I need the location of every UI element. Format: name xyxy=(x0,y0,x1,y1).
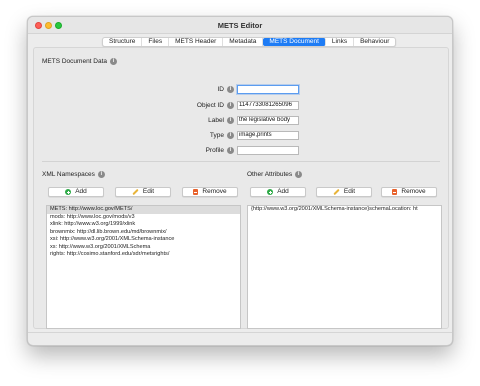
other-attributes-list[interactable]: {http://www.w3.org/2001/XMLSchema-instan… xyxy=(247,205,442,329)
label-label: Label xyxy=(208,117,224,124)
id-row: ID i xyxy=(184,85,299,94)
edit-pencil-icon xyxy=(132,188,139,196)
remove-attribute-label: Remove xyxy=(401,188,426,195)
xml-namespaces-header: XML Namespaces i xyxy=(42,171,105,178)
tab-behaviour[interactable]: Behaviour xyxy=(354,38,395,46)
info-icon[interactable]: i xyxy=(227,147,234,154)
edit-attribute-label: Edit xyxy=(343,188,356,195)
tab-structure[interactable]: Structure xyxy=(103,38,143,46)
list-item[interactable]: xs: http://www.w3.org/2001/XMLSchema xyxy=(47,244,240,252)
section-divider xyxy=(42,161,440,162)
tab-mets-header[interactable]: METS Header xyxy=(169,38,224,46)
id-field[interactable] xyxy=(237,85,299,94)
type-label: Type xyxy=(209,132,224,139)
profile-row: Profile i xyxy=(184,146,299,155)
info-icon[interactable]: i xyxy=(227,132,234,139)
mets-document-panel: METS Document Data i ID i Object ID i 11… xyxy=(33,47,449,329)
profile-label: Profile xyxy=(205,147,224,154)
info-icon[interactable]: i xyxy=(227,86,234,93)
object-id-field[interactable]: 1147733081265096 xyxy=(237,101,299,110)
add-attribute-label: Add xyxy=(277,188,289,195)
edit-namespace-button[interactable]: Edit xyxy=(115,187,171,197)
object-id-label: Object ID xyxy=(196,102,224,109)
namespaces-list[interactable]: METS: http://www.loc.gov/METS/ mods: htt… xyxy=(46,205,241,329)
add-namespace-button[interactable]: Add xyxy=(48,187,104,197)
remove-icon xyxy=(193,189,199,195)
info-icon[interactable]: i xyxy=(97,171,105,178)
add-icon xyxy=(267,189,274,195)
type-row: Type i image,prints xyxy=(184,131,299,140)
remove-namespace-label: Remove xyxy=(202,188,227,195)
other-attributes-label: Other Attributes xyxy=(247,171,293,178)
list-item[interactable]: {http://www.w3.org/2001/XMLSchema-instan… xyxy=(248,206,441,214)
label-row: Label i the legislative body xyxy=(184,116,299,125)
list-item[interactable]: xlink: http://www.w3.org/1999/xlink xyxy=(47,221,240,229)
edit-namespace-label: Edit xyxy=(142,188,155,195)
type-field[interactable]: image,prints xyxy=(237,131,299,140)
list-item[interactable]: xsi: http://www.w3.org/2001/XMLSchema-in… xyxy=(47,236,240,244)
list-item[interactable]: rights: http://cosimo.stanford.edu/sdr/m… xyxy=(47,251,240,259)
edit-pencil-icon xyxy=(333,188,340,196)
info-icon[interactable]: i xyxy=(227,102,234,109)
object-id-row: Object ID i 1147733081265096 xyxy=(184,101,299,110)
label-field[interactable]: the legislative body xyxy=(237,116,299,125)
title-bar: METS Editor xyxy=(28,17,452,34)
xml-namespaces-label: XML Namespaces xyxy=(42,171,95,178)
id-label: ID xyxy=(217,86,225,93)
info-icon[interactable]: i xyxy=(295,171,303,178)
add-attribute-button[interactable]: Add xyxy=(250,187,306,197)
remove-attribute-button[interactable]: Remove xyxy=(381,187,437,197)
window-title: METS Editor xyxy=(217,21,263,30)
profile-field[interactable] xyxy=(237,146,299,155)
remove-icon xyxy=(392,189,398,195)
other-attributes-header: Other Attributes i xyxy=(247,171,303,178)
list-item[interactable]: METS: http://www.loc.gov/METS/ xyxy=(47,206,240,214)
tab-metadata[interactable]: Metadata xyxy=(223,38,264,46)
add-namespace-label: Add xyxy=(75,188,87,195)
edit-attribute-button[interactable]: Edit xyxy=(316,187,372,197)
info-icon[interactable]: i xyxy=(110,58,118,65)
mets-document-data-label: METS Document Data xyxy=(42,58,108,65)
tab-bar: Structure Files METS Header Metadata MET… xyxy=(102,37,397,47)
add-icon xyxy=(65,189,72,195)
mets-document-data-header: METS Document Data i xyxy=(42,58,118,65)
list-item[interactable]: brownmix: http://dl.lib.brown.edu/md/bro… xyxy=(47,229,240,237)
status-divider xyxy=(28,332,452,333)
tab-files[interactable]: Files xyxy=(142,38,170,46)
list-item[interactable]: mods: http://www.loc.gov/mods/v3 xyxy=(47,214,240,222)
remove-namespace-button[interactable]: Remove xyxy=(182,187,238,197)
tab-mets-document[interactable]: METS Document xyxy=(263,38,326,46)
mets-editor-window: METS Editor Structure Files METS Header … xyxy=(27,16,453,346)
tab-links[interactable]: Links xyxy=(326,38,355,46)
info-icon[interactable]: i xyxy=(227,117,234,124)
